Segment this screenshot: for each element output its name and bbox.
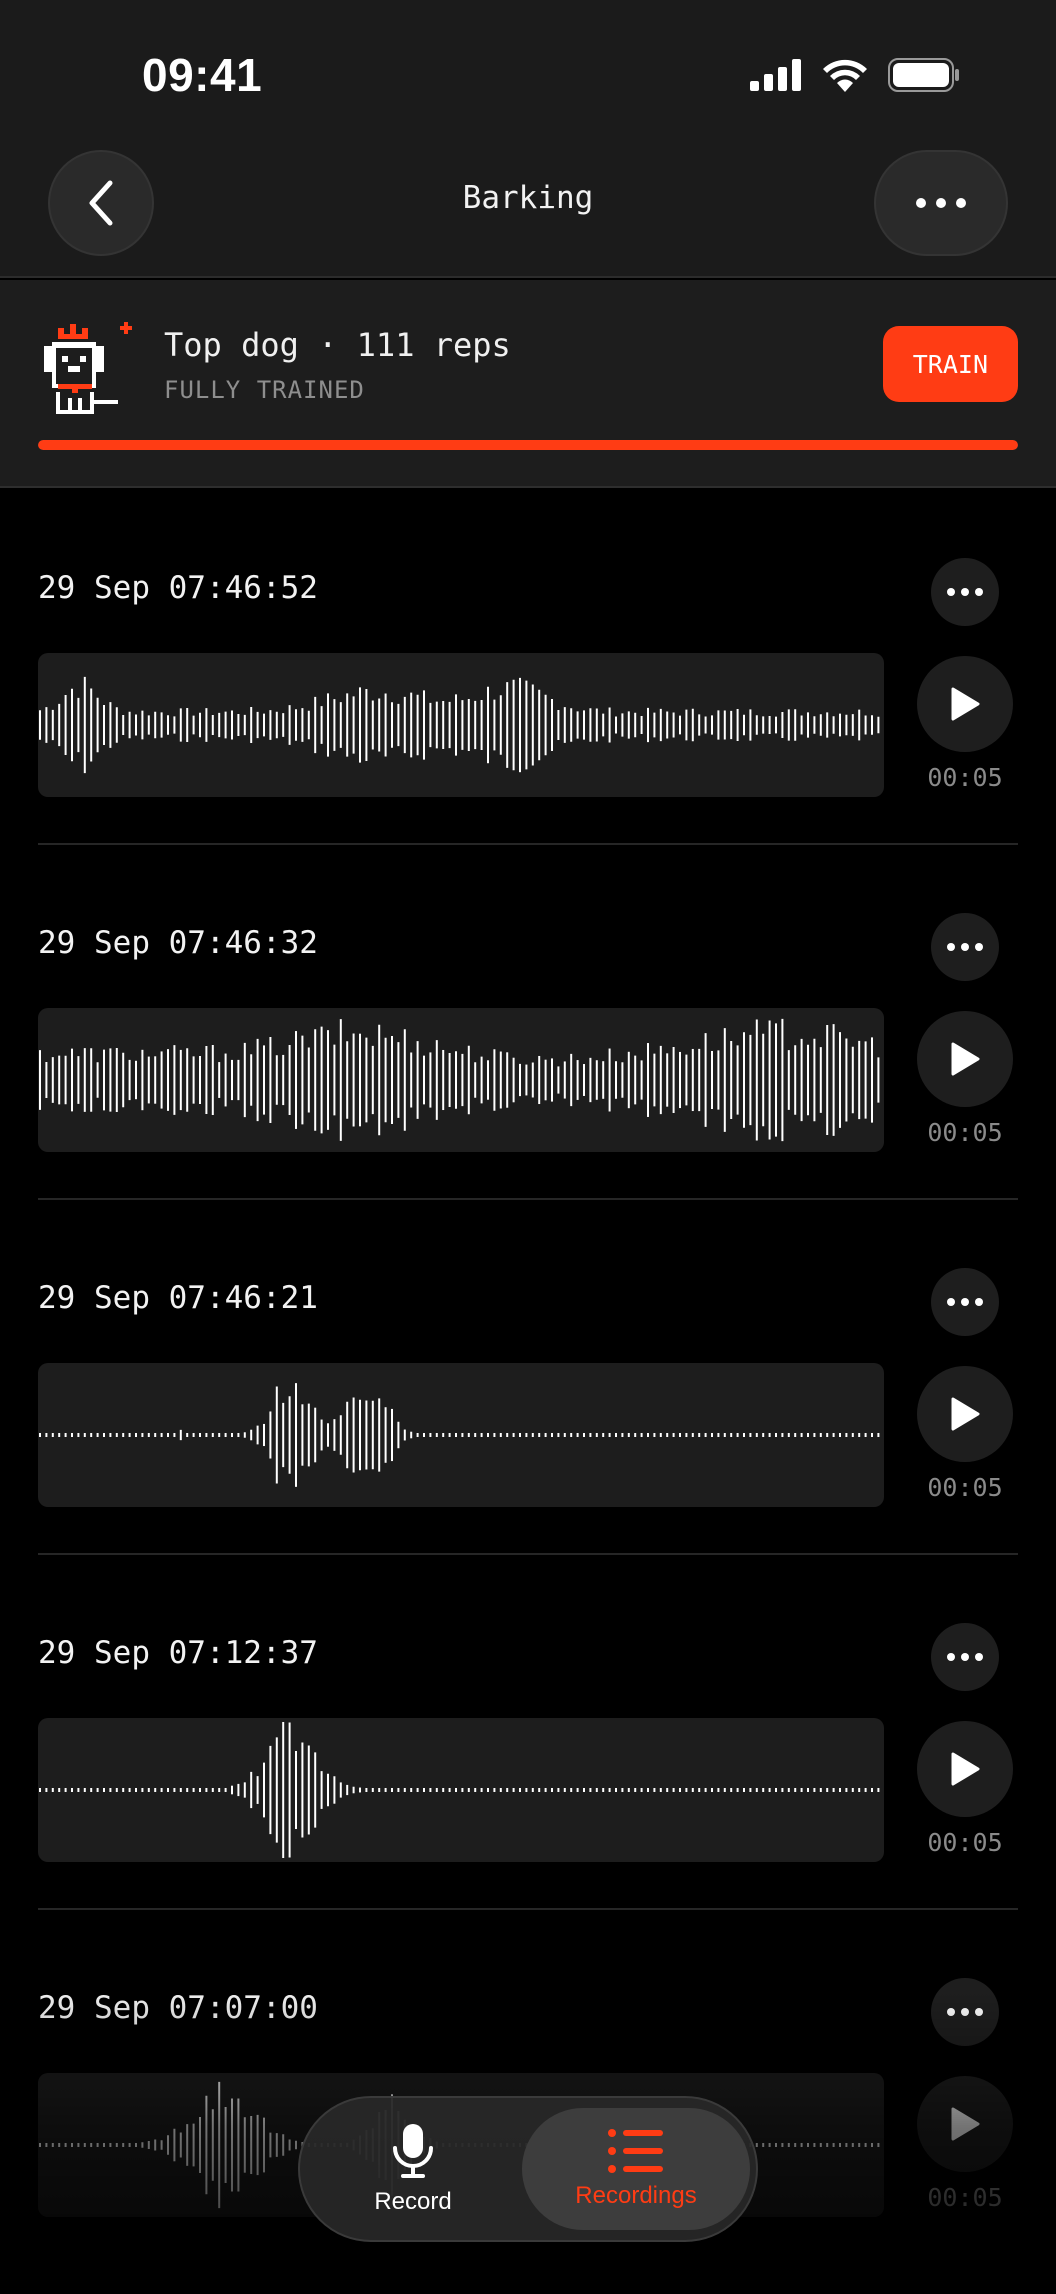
recording-duration: 00:05 [927,2183,1003,2212]
training-progress-bar [38,440,1018,450]
play-icon [951,1042,980,1076]
status-icons [750,58,960,92]
nav-header: Barking [0,140,1056,278]
training-banner: Top dog · 111 reps FULLY TRAINED TRAIN [0,280,1056,488]
recording-more-button[interactable] [931,558,999,626]
training-status-label: FULLY TRAINED [164,376,365,404]
tab-record[interactable]: Record [308,2108,518,2230]
waveform[interactable] [38,653,884,797]
recording-row: 29 Sep 07:12:37 00:05 [0,1555,1056,1910]
play-button[interactable] [917,1366,1013,1462]
waveform[interactable] [38,1008,884,1152]
recording-more-button[interactable] [931,913,999,981]
recording-more-button[interactable] [931,1623,999,1691]
waveform-graphic [39,1018,880,1142]
dog-avatar-icon [44,322,132,414]
play-button[interactable] [917,2076,1013,2172]
list-icon [608,2129,663,2173]
recording-date: 29 Sep 07:46:21 [38,1280,318,1316]
train-button[interactable]: TRAIN [882,326,1018,402]
recording-more-button[interactable] [931,1268,999,1336]
signal-icon [750,59,801,91]
recording-date: 29 Sep 07:46:32 [38,925,318,961]
recording-duration: 00:05 [927,763,1003,792]
play-icon [951,687,980,721]
more-dots-icon [947,943,983,951]
play-icon [951,2107,980,2141]
recording-row: 29 Sep 07:46:21 00:05 [0,1200,1056,1555]
dog-status-title: Top dog · 111 reps [164,326,511,364]
wifi-icon [823,59,867,92]
recording-duration: 00:05 [927,1118,1003,1147]
waveform[interactable] [38,1363,884,1507]
recording-date: 29 Sep 07:07:00 [38,1990,318,2026]
more-dots-icon [916,198,966,208]
tab-recordings[interactable]: Recordings [522,2108,750,2230]
recording-duration: 00:05 [927,1828,1003,1857]
training-progress-fill [38,440,1018,450]
more-options-button[interactable] [874,150,1008,256]
battery-icon [888,58,959,92]
recording-more-button[interactable] [931,1978,999,2046]
more-dots-icon [947,2008,983,2016]
waveform-graphic [39,1722,880,1858]
more-dots-icon [947,1298,983,1306]
microphone-icon [393,2124,433,2178]
play-icon [951,1752,980,1786]
play-button[interactable] [917,1721,1013,1817]
status-time: 09:41 [142,49,263,101]
waveform-graphic [39,676,880,774]
recording-row: 29 Sep 07:46:52 00:05 [0,490,1056,845]
waveform-graphic [39,1383,880,1487]
tab-record-label: Record [374,2188,452,2215]
more-dots-icon [947,588,983,596]
more-dots-icon [947,1653,983,1661]
status-bar: 09:41 [0,0,1056,140]
waveform[interactable] [38,1718,884,1862]
tab-recordings-label: Recordings [575,2182,697,2209]
play-icon [951,1397,980,1431]
recording-date: 29 Sep 07:12:37 [38,1635,318,1671]
recording-row: 29 Sep 07:46:32 00:05 [0,845,1056,1200]
play-button[interactable] [917,656,1013,752]
tab-bar: Record Recordings [298,2096,758,2242]
recording-date: 29 Sep 07:46:52 [38,570,318,606]
recording-duration: 00:05 [927,1473,1003,1502]
play-button[interactable] [917,1011,1013,1107]
